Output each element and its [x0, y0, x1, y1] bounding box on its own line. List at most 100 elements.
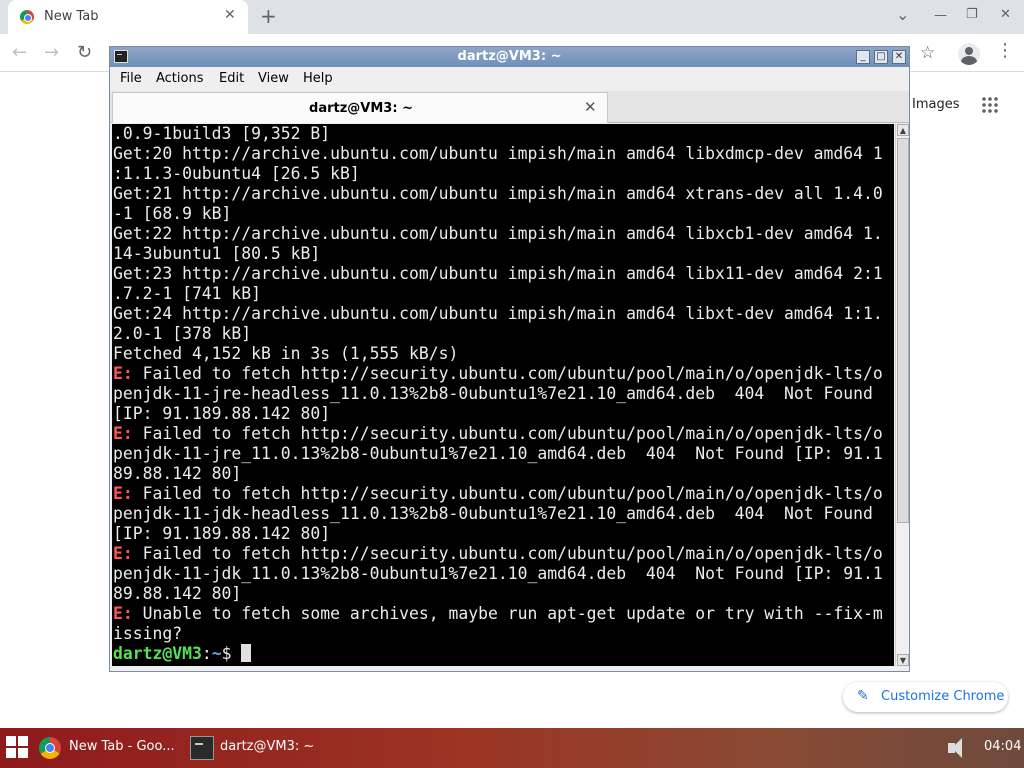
terminal-scrollbar[interactable]: ▲ ▼ — [895, 124, 909, 666]
start-menu-icon[interactable] — [6, 736, 28, 758]
terminal-line-text: .0.9-1build3 [9,352 B] — [113, 124, 331, 143]
browser-minimize-button[interactable]: — — [934, 8, 947, 23]
terminal-lines: .0.9-1build3 [9,352 B] Get:20 http://arch… — [113, 124, 883, 664]
terminal-line: Get:21 http://archive.ubuntu.com/ubuntu … — [113, 184, 883, 204]
pencil-icon: ✎ — [857, 688, 869, 704]
error-prefix: E: — [113, 364, 133, 383]
terminal-line: Get:20 http://archive.ubuntu.com/ubuntu … — [113, 144, 883, 164]
chrome-icon — [39, 737, 61, 759]
bookmark-star-icon[interactable]: ☆ — [920, 43, 935, 63]
taskbar-item-chrome[interactable]: New Tab - Goo... — [39, 728, 184, 768]
taskbar: New Tab - Goo... dartz@VM3: ~ 04:04 — [0, 728, 1024, 768]
customize-chrome-label: Customize Chrome — [881, 689, 1005, 704]
back-arrow-icon[interactable]: ← — [12, 42, 27, 63]
terminal-line: :1.1.3-0ubuntu4 [26.5 kB] — [113, 164, 883, 184]
browser-restore-button[interactable]: ❐ — [966, 7, 978, 22]
terminal-line-text: Unable to fetch some archives, maybe run… — [132, 604, 883, 623]
terminal-line: 14-3ubuntu1 [80.5 kB] — [113, 244, 883, 264]
terminal-line-text: Failed to fetch http://security.ubuntu.c… — [132, 484, 883, 503]
tab-search-chevron-icon[interactable]: ⌄ — [896, 5, 909, 24]
terminal-line: E: Failed to fetch http://security.ubunt… — [113, 424, 883, 444]
scroll-down-arrow-icon[interactable]: ▼ — [897, 654, 909, 666]
images-link[interactable]: Images — [912, 97, 960, 112]
terminal-line-text: :1.1.3-0ubuntu4 [26.5 kB] — [113, 164, 360, 183]
menu-actions[interactable]: Actions — [156, 71, 204, 86]
profile-avatar-icon[interactable] — [958, 43, 980, 65]
scrollbar-thumb[interactable] — [897, 138, 909, 523]
menu-view[interactable]: View — [258, 71, 289, 86]
terminal-window: dartz@VM3: ~ _ □ ✕ File Actions Edit Vie… — [109, 46, 910, 672]
terminal-line-text: [IP: 91.189.88.142 80] — [113, 404, 331, 423]
terminal-menubar: File Actions Edit View Help — [110, 68, 909, 90]
terminal-line: Get:23 http://archive.ubuntu.com/ubuntu … — [113, 264, 883, 284]
error-prefix: E: — [113, 424, 133, 443]
terminal-line: .7.2-1 [741 kB] — [113, 284, 883, 304]
terminal-line: penjdk-11-jdk-headless_11.0.13%2b8-0ubun… — [113, 504, 883, 524]
terminal-cursor — [241, 644, 252, 662]
terminal-line: Get:22 http://archive.ubuntu.com/ubuntu … — [113, 224, 883, 244]
scroll-up-arrow-icon[interactable]: ▲ — [897, 124, 909, 136]
terminal-line-text: Failed to fetch http://security.ubuntu.c… — [132, 364, 883, 383]
terminal-line: penjdk-11-jre-headless_11.0.13%2b8-0ubun… — [113, 384, 883, 404]
tab-close-icon[interactable]: ✕ — [224, 7, 236, 23]
chrome-menu-icon[interactable]: ⋮ — [996, 40, 1014, 61]
prompt-user-host: dartz@VM3 — [113, 644, 202, 663]
terminal-line-text: penjdk-11-jre_11.0.13%2b8-0ubuntu1%7e21.… — [113, 444, 883, 463]
new-tab-button[interactable]: + — [260, 4, 277, 28]
terminal-line: E: Unable to fetch some archives, maybe … — [113, 604, 883, 624]
terminal-line: 89.88.142 80] — [113, 584, 883, 604]
terminal-maximize-button[interactable]: □ — [874, 50, 888, 64]
terminal-line: penjdk-11-jdk_11.0.13%2b8-0ubuntu1%7e21.… — [113, 564, 883, 584]
terminal-line-text: 2.0-1 [378 kB] — [113, 324, 252, 343]
terminal-line-text: penjdk-11-jdk_11.0.13%2b8-0ubuntu1%7e21.… — [113, 564, 883, 583]
terminal-icon — [190, 736, 214, 760]
terminal-line: 2.0-1 [378 kB] — [113, 324, 883, 344]
terminal-line: -1 [68.9 kB] — [113, 204, 883, 224]
terminal-minimize-button[interactable]: _ — [856, 50, 870, 64]
terminal-line-text: 14-3ubuntu1 [80.5 kB] — [113, 244, 321, 263]
terminal-line-text: Get:22 http://archive.ubuntu.com/ubuntu … — [113, 224, 883, 243]
terminal-line-text: [IP: 91.189.88.142 80] — [113, 524, 331, 543]
terminal-line: Get:24 http://archive.ubuntu.com/ubuntu … — [113, 304, 883, 324]
terminal-line-text: penjdk-11-jdk-headless_11.0.13%2b8-0ubun… — [113, 504, 873, 523]
terminal-line: E: Failed to fetch http://security.ubunt… — [113, 484, 883, 504]
terminal-line: Fetched 4,152 kB in 3s (1,555 kB/s) — [113, 344, 883, 364]
browser-tab-new-tab[interactable]: New Tab ✕ — [8, 0, 248, 34]
terminal-tabbar: dartz@VM3: ~ ✕ — [110, 91, 909, 123]
terminal-tab[interactable]: dartz@VM3: ~ ✕ — [112, 92, 608, 123]
terminal-tab-label: dartz@VM3: ~ — [309, 101, 413, 116]
menu-help[interactable]: Help — [303, 71, 333, 86]
browser-close-button[interactable]: ✕ — [1000, 7, 1011, 22]
terminal-line-text: Fetched 4,152 kB in 3s (1,555 kB/s) — [113, 344, 459, 363]
chrome-favicon-icon — [20, 10, 34, 24]
forward-arrow-icon[interactable]: → — [44, 42, 59, 63]
terminal-line-text: Failed to fetch http://security.ubuntu.c… — [132, 544, 883, 563]
terminal-line-text: 89.88.142 80] — [113, 584, 242, 603]
terminal-output[interactable]: .0.9-1build3 [9,352 B] Get:20 http://arch… — [112, 124, 894, 666]
terminal-line-text: Get:21 http://archive.ubuntu.com/ubuntu … — [113, 184, 883, 203]
terminal-line-text: .7.2-1 [741 kB] — [113, 284, 262, 303]
volume-icon[interactable] — [946, 737, 970, 759]
terminal-window-title: dartz@VM3: ~ — [457, 49, 562, 64]
terminal-titlebar[interactable]: dartz@VM3: ~ _ □ ✕ — [110, 47, 909, 67]
customize-chrome-button[interactable]: ✎ Customize Chrome — [843, 682, 1008, 712]
terminal-close-button[interactable]: ✕ — [892, 50, 906, 64]
google-apps-icon[interactable] — [981, 96, 999, 114]
close-icon[interactable]: ✕ — [584, 98, 597, 116]
terminal-line: issing? — [113, 624, 883, 644]
terminal-line: [IP: 91.189.88.142 80] — [113, 404, 883, 424]
terminal-line: E: Failed to fetch http://security.ubunt… — [113, 364, 883, 384]
error-prefix: E: — [113, 484, 133, 503]
terminal-line: penjdk-11-jre_11.0.13%2b8-0ubuntu1%7e21.… — [113, 444, 883, 464]
taskbar-item-terminal[interactable]: dartz@VM3: ~ — [190, 728, 325, 768]
menu-edit[interactable]: Edit — [219, 71, 244, 86]
taskbar-item-label: New Tab - Goo... — [69, 739, 175, 754]
terminal-line-text: -1 [68.9 kB] — [113, 204, 232, 223]
menu-file[interactable]: File — [120, 71, 142, 86]
terminal-line-text: Get:23 http://archive.ubuntu.com/ubuntu … — [113, 264, 883, 283]
terminal-line-text: Failed to fetch http://security.ubuntu.c… — [132, 424, 883, 443]
terminal-prompt[interactable]: dartz@VM3:~$ — [113, 644, 883, 664]
terminal-line: 89.88.142 80] — [113, 464, 883, 484]
terminal-line: .0.9-1build3 [9,352 B] — [113, 124, 883, 144]
reload-icon[interactable]: ↻ — [77, 42, 92, 63]
